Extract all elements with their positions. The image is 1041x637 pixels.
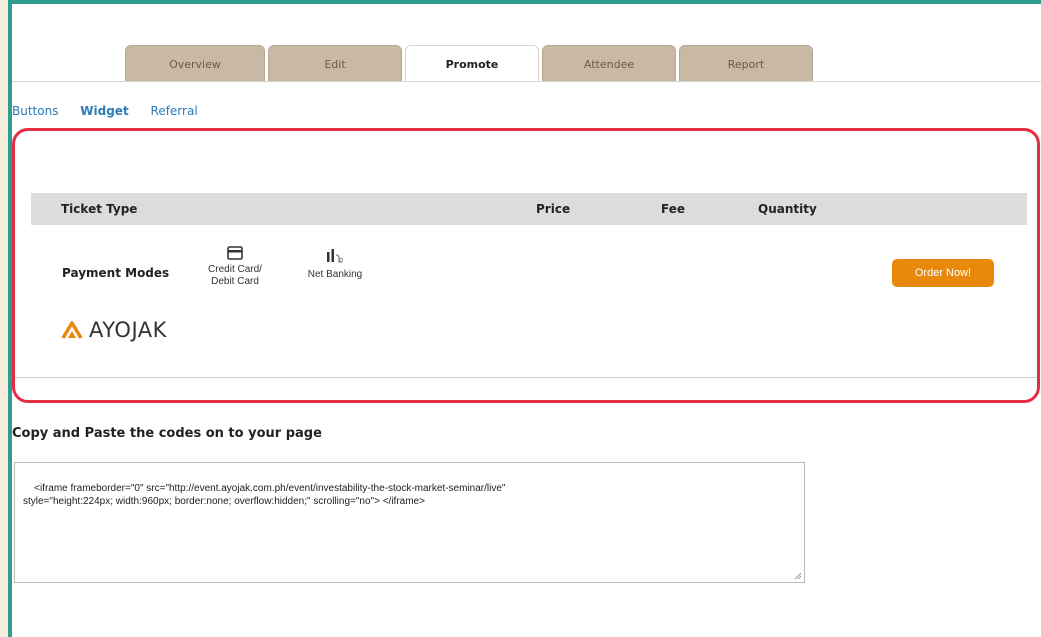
embed-code-textarea[interactable]: <iframe frameborder="0" src="http://even… (14, 462, 805, 583)
card-mode-line2: Debit Card (211, 276, 259, 287)
tab-report[interactable]: Report (679, 45, 813, 81)
tab-overview[interactable]: Overview (125, 45, 265, 81)
price-header: Price (536, 202, 571, 216)
promote-subnav: Buttons Widget Referral (12, 104, 216, 118)
order-now-button[interactable]: Order Now! (892, 259, 994, 287)
tab-edit[interactable]: Edit (268, 45, 402, 81)
ticket-table-header: Ticket Type Price Fee Quantity (31, 193, 1027, 225)
subnav-referral-link[interactable]: Referral (151, 104, 198, 118)
bank-icon (327, 249, 344, 263)
payment-mode-netbanking: Net Banking (293, 245, 377, 281)
ayojak-logo-text: AYOJAK (89, 318, 167, 342)
widget-preview: Ticket Type Price Fee Quantity Payment M… (12, 128, 1040, 403)
resize-handle-icon[interactable] (793, 571, 802, 580)
tab-promote[interactable]: Promote (405, 45, 539, 82)
subnav-widget-link[interactable]: Widget (80, 104, 128, 118)
credit-card-icon (227, 246, 243, 260)
ayojak-logo-icon (61, 321, 83, 339)
fee-header: Fee (661, 202, 685, 216)
tab-divider (12, 81, 1041, 82)
ayojak-logo: AYOJAK (61, 318, 167, 342)
payment-mode-card: Credit Card/ Debit Card (195, 246, 275, 288)
netbanking-mode-label: Net Banking (307, 269, 363, 280)
tab-bar: Overview Edit Promote Attendee Report (125, 45, 813, 82)
page-content: Overview Edit Promote Attendee Report Bu… (8, 0, 1041, 637)
quantity-header: Quantity (758, 202, 817, 216)
embed-code-text: <iframe frameborder="0" src="http://even… (23, 483, 506, 507)
widget-divider (15, 377, 1037, 378)
payment-modes-label: Payment Modes (62, 266, 170, 280)
embed-code-title: Copy and Paste the codes on to your page (12, 426, 322, 441)
card-mode-line1: Credit Card/ (208, 264, 262, 275)
ticket-type-header: Ticket Type (61, 202, 138, 216)
tab-attendee[interactable]: Attendee (542, 45, 676, 81)
subnav-buttons-link[interactable]: Buttons (12, 104, 58, 118)
